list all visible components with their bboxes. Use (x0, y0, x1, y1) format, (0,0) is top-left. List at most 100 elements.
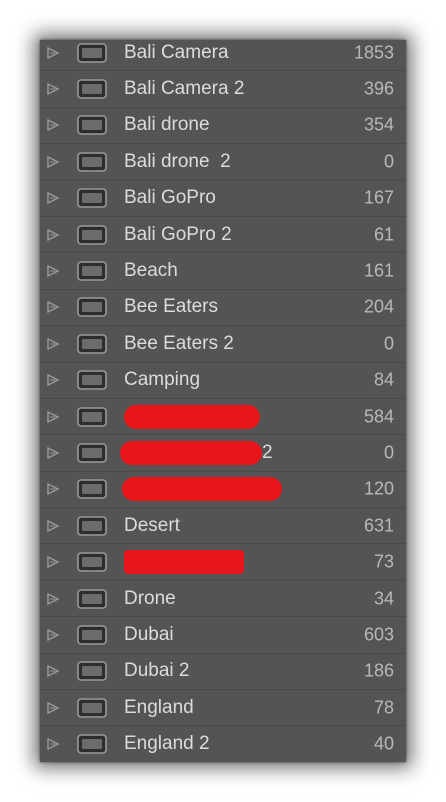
folder-name: Drone (124, 587, 176, 609)
folder-name: Bali GoPro (124, 187, 216, 209)
folder-name: Camping (124, 369, 201, 391)
triangle-right-icon[interactable] (46, 155, 60, 168)
folder-icon (77, 79, 107, 99)
folder-row-redacted-3[interactable]: 120 (40, 472, 406, 509)
folder-photo-count: 73 (373, 551, 394, 572)
folder-icon (77, 334, 107, 354)
triangle-right-icon[interactable] (46, 265, 60, 278)
folder-name: England (124, 696, 194, 718)
folder-row-bali-drone[interactable]: Bali drone 354 (40, 108, 406, 145)
folder-row-bali-gopro[interactable]: Bali GoPro 167 (40, 181, 406, 217)
folder-row-redacted-1[interactable]: 584 (40, 399, 406, 436)
folder-photo-count: 167 (363, 187, 394, 208)
folder-row-bee-eaters-2[interactable]: Bee Eaters 2 0 (40, 326, 406, 363)
folder-photo-count: 78 (373, 697, 394, 718)
folder-row-england-2[interactable]: England 2 40 (40, 726, 406, 762)
folder-icon (77, 370, 107, 391)
folder-icon (77, 115, 107, 136)
folder-photo-count: 603 (363, 624, 394, 645)
folder-photo-count: 354 (363, 114, 394, 135)
folder-photo-count: 204 (363, 296, 394, 317)
folder-row-bali-drone-2[interactable]: Bali drone 2 0 (40, 144, 406, 181)
folder-photo-count: 0 (383, 151, 394, 172)
folder-row-dubai[interactable]: Dubai 603 (40, 617, 406, 654)
triangle-right-icon[interactable] (46, 337, 60, 350)
folder-name: Bee Eaters 2 (124, 332, 234, 354)
folder-row-england[interactable]: England 78 (40, 690, 406, 727)
folder-name: Bali drone (124, 114, 210, 136)
folder-photo-count: 161 (363, 260, 394, 281)
folder-icon (77, 479, 107, 500)
folder-photo-count: 84 (373, 369, 394, 390)
folder-icon (77, 188, 107, 209)
folder-photo-count: 0 (383, 442, 394, 463)
folder-row-bee-eaters[interactable]: Bee Eaters 204 (40, 290, 406, 327)
triangle-right-icon[interactable] (46, 556, 60, 569)
folder-row-redacted-2[interactable]: 2 0 (40, 435, 406, 472)
triangle-right-icon[interactable] (46, 592, 60, 605)
folder-name: Beach (124, 260, 178, 282)
folder-icon (77, 734, 107, 754)
folder-photo-count: 1853 (353, 42, 394, 63)
folder-name: Bali GoPro 2 (124, 223, 232, 245)
triangle-right-icon[interactable] (46, 628, 60, 641)
folder-icon (77, 661, 107, 682)
folder-row-camping[interactable]: Camping 84 (40, 363, 406, 399)
folder-icon (77, 697, 107, 718)
triangle-right-icon[interactable] (46, 374, 60, 387)
triangle-right-icon[interactable] (46, 192, 60, 205)
triangle-right-icon[interactable] (46, 483, 60, 496)
triangle-right-icon[interactable] (46, 738, 60, 751)
folder-row-desert[interactable]: Desert 631 (40, 508, 406, 545)
folder-photo-count: 61 (373, 224, 394, 245)
triangle-right-icon[interactable] (46, 519, 60, 532)
folder-row-dubai-2[interactable]: Dubai 2 186 (40, 654, 406, 691)
folder-icon (77, 625, 107, 645)
folder-photo-count: 584 (363, 406, 394, 427)
redaction-mark (124, 404, 260, 429)
triangle-right-icon[interactable] (46, 228, 60, 241)
folder-row-bali-camera[interactable]: Bali Camera 1853 (40, 40, 406, 72)
redaction-mark (124, 550, 244, 575)
folder-icon (77, 588, 107, 609)
folder-icon (77, 152, 107, 172)
folder-icon (77, 261, 107, 281)
triangle-right-icon[interactable] (46, 701, 60, 714)
folder-photo-count: 34 (373, 588, 394, 609)
folder-photo-count: 120 (363, 478, 394, 499)
folder-list-panel: Bali Camera 1853 Bali Camera 2 396 Bali … (40, 40, 406, 762)
folder-name: Bee Eaters (124, 296, 218, 318)
redaction-mark (122, 477, 282, 502)
folder-row-bali-camera-2[interactable]: Bali Camera 2 396 (40, 71, 406, 108)
triangle-right-icon[interactable] (46, 410, 60, 423)
folder-name: England 2 (124, 733, 210, 755)
folder-photo-count: 40 (373, 733, 394, 754)
folder-icon (77, 552, 107, 572)
folder-row-redacted-4[interactable]: 73 (40, 544, 406, 581)
triangle-right-icon[interactable] (46, 301, 60, 314)
folder-row-beach[interactable]: Beach 161 (40, 253, 406, 290)
redaction-mark (120, 440, 262, 465)
triangle-right-icon[interactable] (46, 83, 60, 96)
folder-name: Bali Camera (124, 41, 229, 63)
folder-name: Bali Camera 2 (124, 78, 245, 100)
folder-photo-count: 186 (363, 660, 394, 681)
folder-row-drone[interactable]: Drone 34 (40, 581, 406, 618)
folder-photo-count: 396 (363, 78, 394, 99)
folder-icon (77, 515, 107, 536)
folder-name: 2 (262, 441, 273, 463)
folder-name: Dubai (124, 623, 174, 645)
triangle-right-icon[interactable] (46, 446, 60, 459)
triangle-right-icon[interactable] (46, 119, 60, 132)
triangle-right-icon[interactable] (46, 665, 60, 678)
folder-icon (77, 42, 107, 63)
folder-name: Desert (124, 514, 180, 536)
folder-icon (77, 224, 107, 245)
triangle-right-icon[interactable] (46, 46, 60, 59)
folder-icon (77, 443, 107, 463)
folder-photo-count: 0 (383, 333, 394, 354)
folder-icon (77, 297, 107, 318)
folder-name: Bali drone 2 (124, 150, 231, 172)
folder-row-bali-gopro-2[interactable]: Bali GoPro 2 61 (40, 217, 406, 254)
folder-photo-count: 631 (363, 515, 394, 536)
